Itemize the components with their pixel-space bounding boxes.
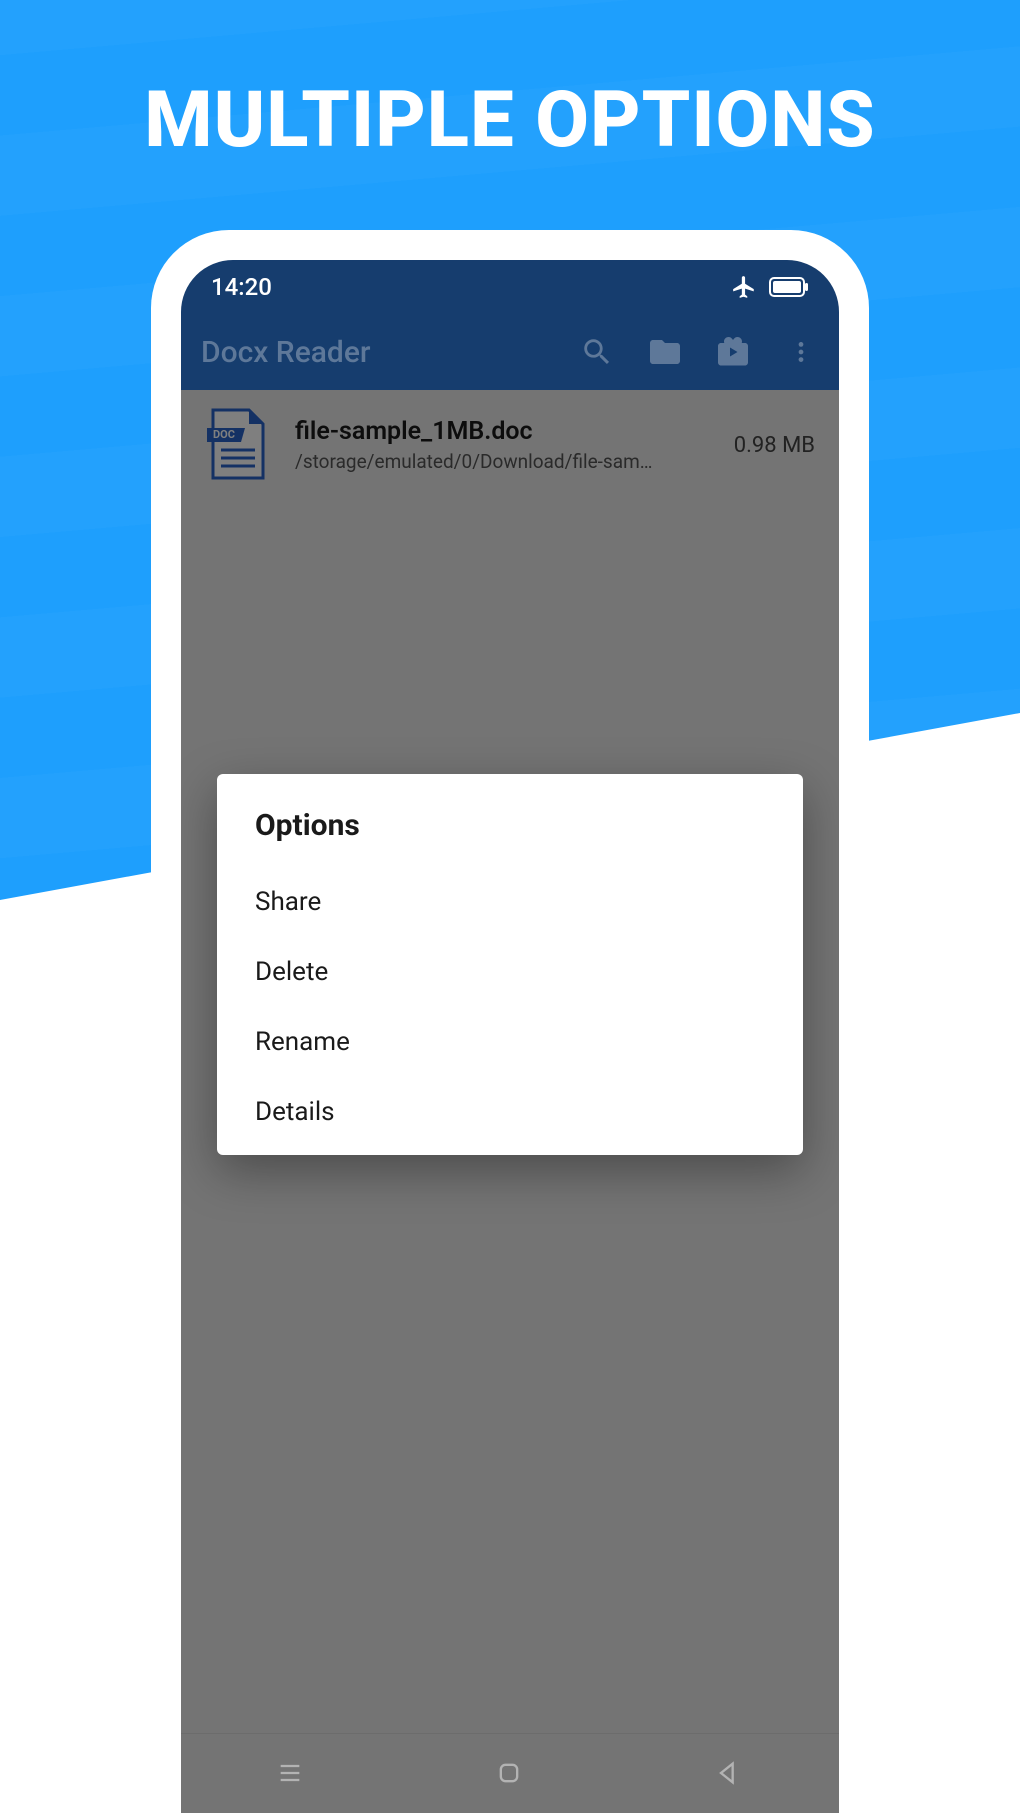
phone-frame: 14:20 <box>151 230 869 1813</box>
more-icon[interactable] <box>783 334 819 370</box>
status-time: 14:20 <box>211 273 272 301</box>
store-icon[interactable] <box>715 334 751 370</box>
recent-apps-button[interactable] <box>276 1759 306 1789</box>
search-icon[interactable] <box>579 334 615 370</box>
option-details[interactable]: Details <box>217 1077 803 1147</box>
headline: MULTIPLE OPTIONS <box>0 75 1020 166</box>
back-button[interactable] <box>714 1759 744 1789</box>
options-dialog: Options Share Delete Rename Details <box>217 774 803 1155</box>
navigation-bar <box>181 1733 839 1813</box>
dialog-title: Options <box>217 804 803 867</box>
option-share[interactable]: Share <box>217 867 803 937</box>
option-rename[interactable]: Rename <box>217 1007 803 1077</box>
airplane-mode-icon <box>731 274 757 300</box>
status-bar: 14:20 <box>181 260 839 314</box>
option-delete[interactable]: Delete <box>217 937 803 1007</box>
folder-icon[interactable] <box>647 334 683 370</box>
app-title: Docx Reader <box>201 335 579 370</box>
app-bar: Docx Reader <box>181 314 839 390</box>
battery-icon <box>769 277 809 297</box>
home-button[interactable] <box>495 1759 525 1789</box>
